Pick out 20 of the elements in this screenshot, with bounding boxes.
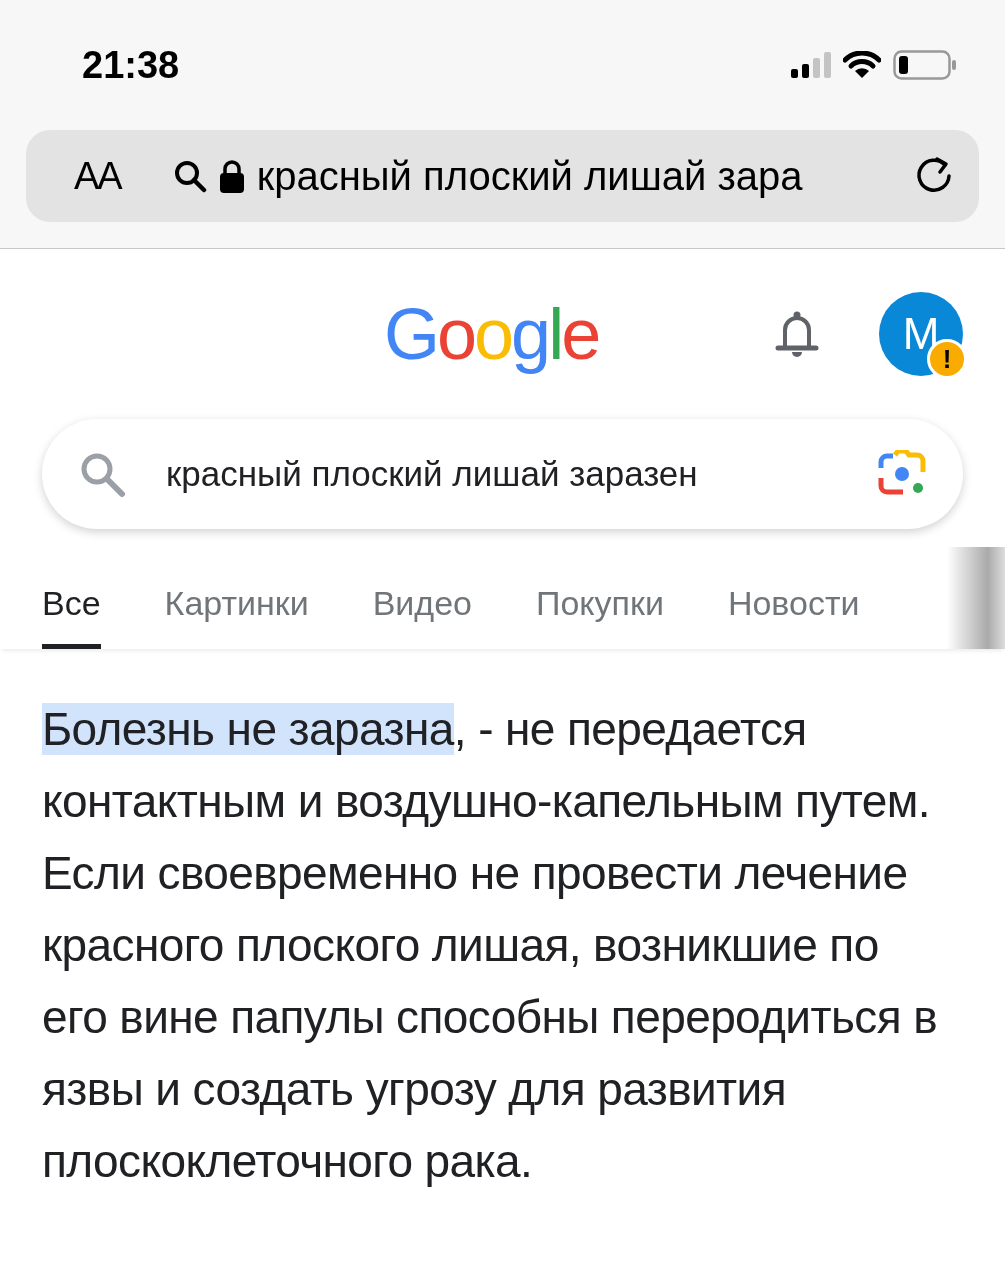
lock-icon (218, 159, 245, 193)
google-logo[interactable]: Google (384, 293, 599, 375)
search-query: красный плоский лишай заразен (166, 454, 699, 494)
search-tab[interactable]: Картинки (164, 557, 309, 649)
signal-icon (791, 52, 831, 78)
wifi-icon (843, 51, 881, 79)
bell-icon[interactable] (775, 310, 819, 358)
search-tab[interactable]: Покупки (536, 557, 664, 649)
camera-lens-icon[interactable] (877, 450, 927, 498)
battery-icon (893, 50, 957, 80)
url-text: красный плоский лишай зара (256, 153, 804, 199)
status-time: 21:38 (82, 43, 180, 87)
search-icon (172, 159, 207, 193)
search-field[interactable]: красный плоский лишай заразен (42, 419, 963, 529)
answer-paragraph: Болезнь не заразна, - не передается контактным и воздушно-капельным путем. Если своевременно не провести лечение красного плоского лишая, возникшие по его вине папулы способны переродиться в язвы и создать угрозу для развития плоскоклеточного рака. (42, 702, 938, 1189)
search-tab[interactable]: Все (42, 557, 101, 649)
search-tab[interactable]: Новости (727, 557, 860, 649)
search-tab[interactable]: Видео (372, 557, 472, 649)
address-bar[interactable]: AA красный плоский лишай зара (26, 130, 979, 222)
text-size-button[interactable]: AA (74, 154, 121, 198)
